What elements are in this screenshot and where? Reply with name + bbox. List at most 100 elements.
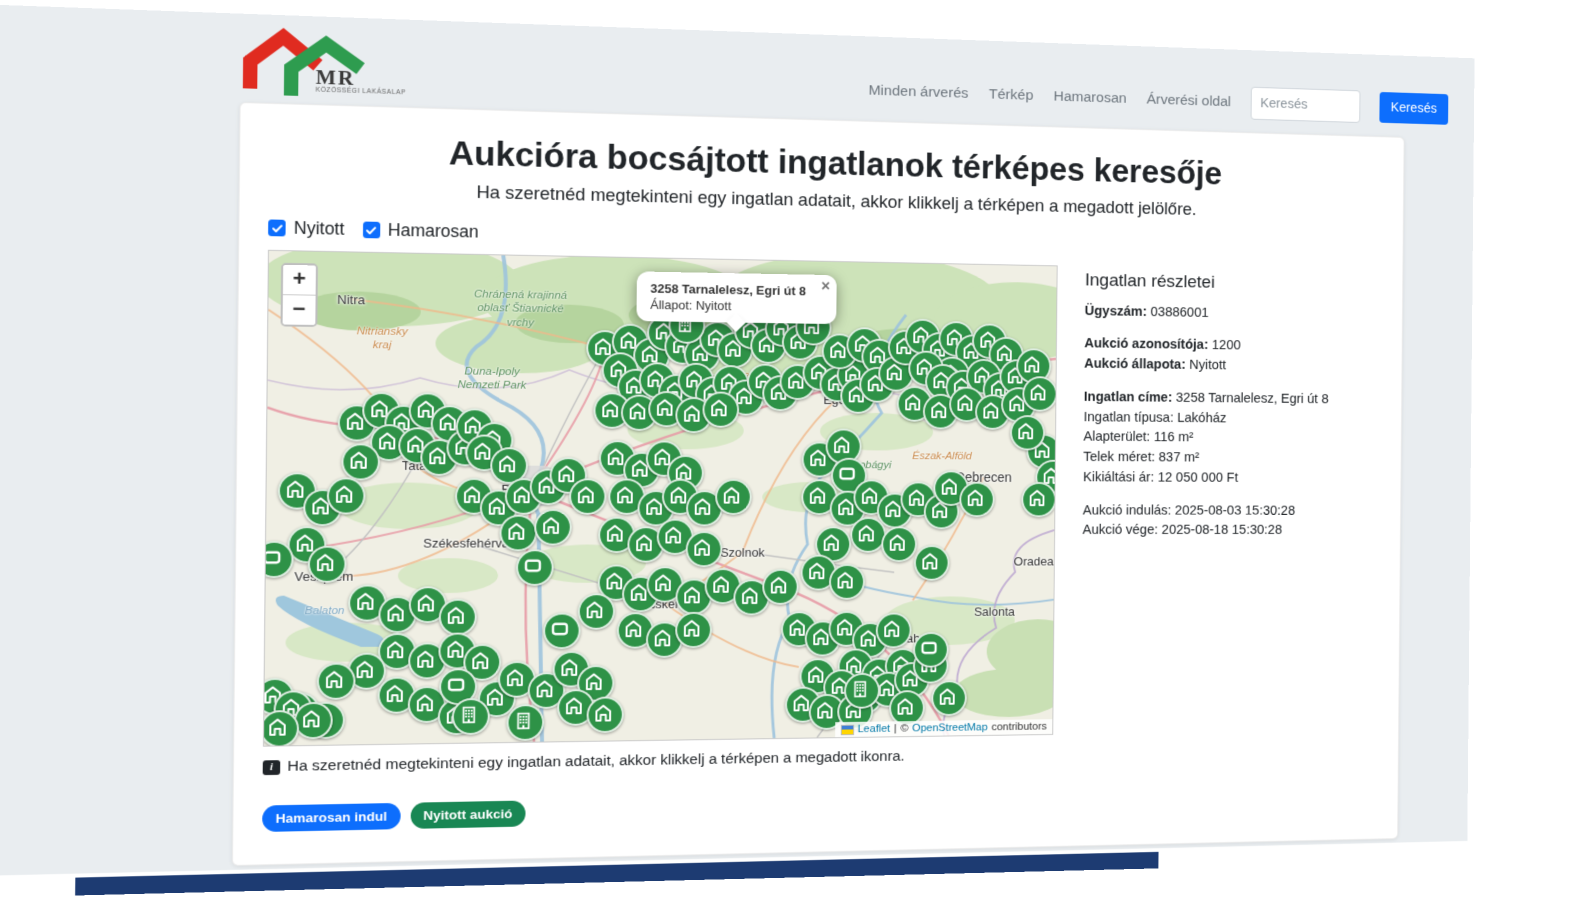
frame-icon bbox=[444, 673, 468, 696]
house-icon bbox=[680, 583, 703, 606]
house-icon bbox=[503, 666, 527, 689]
map-region-label: Chránená krajinná oblasť Štiavnické vrch… bbox=[474, 288, 568, 331]
house-icon bbox=[444, 604, 468, 627]
house-icon bbox=[894, 695, 917, 718]
map-marker[interactable] bbox=[341, 443, 380, 480]
filter-open-checkbox[interactable]: Nyitott bbox=[268, 217, 344, 239]
open-badge: Nyitott aukció bbox=[410, 801, 525, 829]
map-marker[interactable] bbox=[702, 391, 739, 427]
nav-item-2[interactable]: Térkép bbox=[989, 86, 1034, 104]
detail-value: 2025-08-18 15:30:28 bbox=[1162, 523, 1283, 538]
map-city-label: Salonta bbox=[974, 604, 1015, 618]
logo[interactable]: MR KÖZÖSSÉGI LAKÁSALAP bbox=[242, 24, 416, 100]
house-icon bbox=[680, 402, 703, 425]
frame-icon bbox=[263, 546, 285, 570]
detail-label: Aukció azonosítója: bbox=[1084, 336, 1212, 352]
filter-soon-label: Hamarosan bbox=[388, 220, 479, 242]
building-icon bbox=[849, 678, 872, 701]
map-region-label: Duna-Ipoly Nemzeti Park bbox=[458, 364, 527, 392]
detail-value: 837 m² bbox=[1159, 450, 1200, 465]
detail-row: Aukció állapota: Nyitott bbox=[1084, 355, 1377, 379]
nav-item-3[interactable]: Hamarosan bbox=[1053, 88, 1126, 107]
info-icon: i bbox=[263, 760, 281, 775]
detail-row: Alapterület: 116 m² bbox=[1083, 428, 1376, 450]
house-icon bbox=[591, 701, 615, 724]
nav-item-4[interactable]: Árverési oldal bbox=[1146, 92, 1231, 111]
house-icon bbox=[598, 397, 622, 420]
house-icon bbox=[468, 649, 492, 672]
osm-link[interactable]: OpenStreetMap bbox=[912, 722, 988, 734]
house-icon bbox=[626, 399, 650, 422]
detail-label: Ingatlan típusa: bbox=[1084, 410, 1178, 426]
detail-row: Ingatlan címe: 3258 Tarnalelesz, Egri út… bbox=[1084, 388, 1377, 411]
page: MR KÖZÖSSÉGI LAKÁSALAP Minden árverés Tér… bbox=[0, 4, 1475, 888]
leaflet-link[interactable]: Leaflet bbox=[858, 723, 891, 735]
zoom-in-button[interactable]: + bbox=[283, 265, 316, 295]
detail-row: Kikiáltási ár: 12 050 000 Ft bbox=[1083, 468, 1376, 489]
detail-row: Aukció vége: 2025-08-18 15:30:28 bbox=[1082, 521, 1375, 541]
house-icon bbox=[901, 391, 924, 414]
map-marker[interactable] bbox=[1010, 415, 1045, 451]
map-region-label: Nitriansky kraj bbox=[356, 324, 407, 353]
search-input[interactable] bbox=[1250, 87, 1360, 123]
filter-soon-checkbox[interactable]: Hamarosan bbox=[363, 220, 479, 243]
house-icon bbox=[954, 391, 977, 414]
frame-icon bbox=[918, 637, 941, 660]
map-city-label: Oradea bbox=[1014, 554, 1054, 568]
detail-row: Aukció indulás: 2025-08-03 15:30:28 bbox=[1083, 501, 1376, 521]
house-icon bbox=[928, 398, 951, 421]
soon-badge: Hamarosan indul bbox=[262, 803, 400, 832]
checkbox-checked-icon bbox=[363, 222, 380, 239]
house-icon bbox=[980, 399, 1002, 422]
map-marker[interactable] bbox=[1021, 482, 1056, 517]
zoom-out-button[interactable]: − bbox=[283, 294, 316, 325]
house-icon bbox=[1027, 381, 1049, 403]
house-icon bbox=[830, 433, 853, 456]
attribution-separator: | bbox=[894, 723, 897, 734]
map-popup: 3258 Tarnalelesz, Egri út 8 Állapot: Nyi… bbox=[636, 271, 836, 324]
house-icon bbox=[375, 429, 399, 452]
map-marker[interactable] bbox=[1022, 376, 1057, 412]
map-marker[interactable] bbox=[327, 477, 366, 514]
house-icon bbox=[322, 667, 347, 691]
info-line: i Ha szeretnéd megtekinteni egy ingatlan… bbox=[263, 741, 1374, 776]
filter-open-label: Nyitott bbox=[294, 218, 345, 240]
house-icon bbox=[1015, 420, 1037, 442]
map-marker[interactable] bbox=[499, 515, 537, 552]
detail-value: Nyitott bbox=[1189, 358, 1226, 373]
map-marker[interactable] bbox=[715, 479, 752, 515]
house-icon bbox=[680, 617, 703, 640]
house-icon bbox=[720, 484, 743, 507]
detail-value: 2025-08-03 15:30:28 bbox=[1175, 503, 1295, 518]
leaflet-map[interactable]: NitraTataBudapestVeszprémSzékesfehérvárS… bbox=[263, 250, 1058, 747]
popup-close-icon[interactable]: × bbox=[821, 279, 830, 296]
detail-row: Ügyszám: 03886001 bbox=[1085, 302, 1378, 327]
map-marker[interactable] bbox=[569, 478, 607, 515]
content-card: Aukcióra bocsájtott ingatlanok térképes … bbox=[232, 102, 1405, 866]
house-icon bbox=[613, 483, 637, 506]
detail-row: Telek méret: 837 m² bbox=[1083, 448, 1376, 470]
detail-value: 116 m² bbox=[1154, 430, 1194, 445]
map-marker[interactable] bbox=[534, 509, 572, 546]
house-icon bbox=[283, 477, 308, 501]
map-marker[interactable] bbox=[881, 526, 917, 562]
building-icon bbox=[511, 709, 535, 732]
house-icon bbox=[383, 601, 407, 624]
house-icon bbox=[691, 495, 714, 518]
checkbox-checked-icon bbox=[268, 219, 286, 236]
map-marker[interactable] bbox=[263, 710, 299, 747]
nav-items: Minden árverés Térkép Hamarosan Árverési ol… bbox=[868, 82, 1231, 110]
detail-label: Ügyszám: bbox=[1085, 303, 1151, 319]
house-icon bbox=[805, 559, 828, 582]
detail-value: 03886001 bbox=[1150, 305, 1208, 321]
house-icon bbox=[346, 448, 371, 471]
popup-status: Állapot: Nyitott bbox=[650, 297, 814, 314]
house-icon bbox=[632, 531, 656, 554]
ukraine-flag-icon bbox=[841, 724, 854, 735]
nav-item-1[interactable]: Minden árverés bbox=[868, 82, 968, 102]
house-icon bbox=[1021, 353, 1043, 376]
search-button[interactable]: Keresés bbox=[1379, 92, 1448, 125]
building-icon bbox=[457, 703, 481, 726]
map-marker[interactable] bbox=[959, 482, 995, 517]
house-icon bbox=[313, 551, 338, 574]
